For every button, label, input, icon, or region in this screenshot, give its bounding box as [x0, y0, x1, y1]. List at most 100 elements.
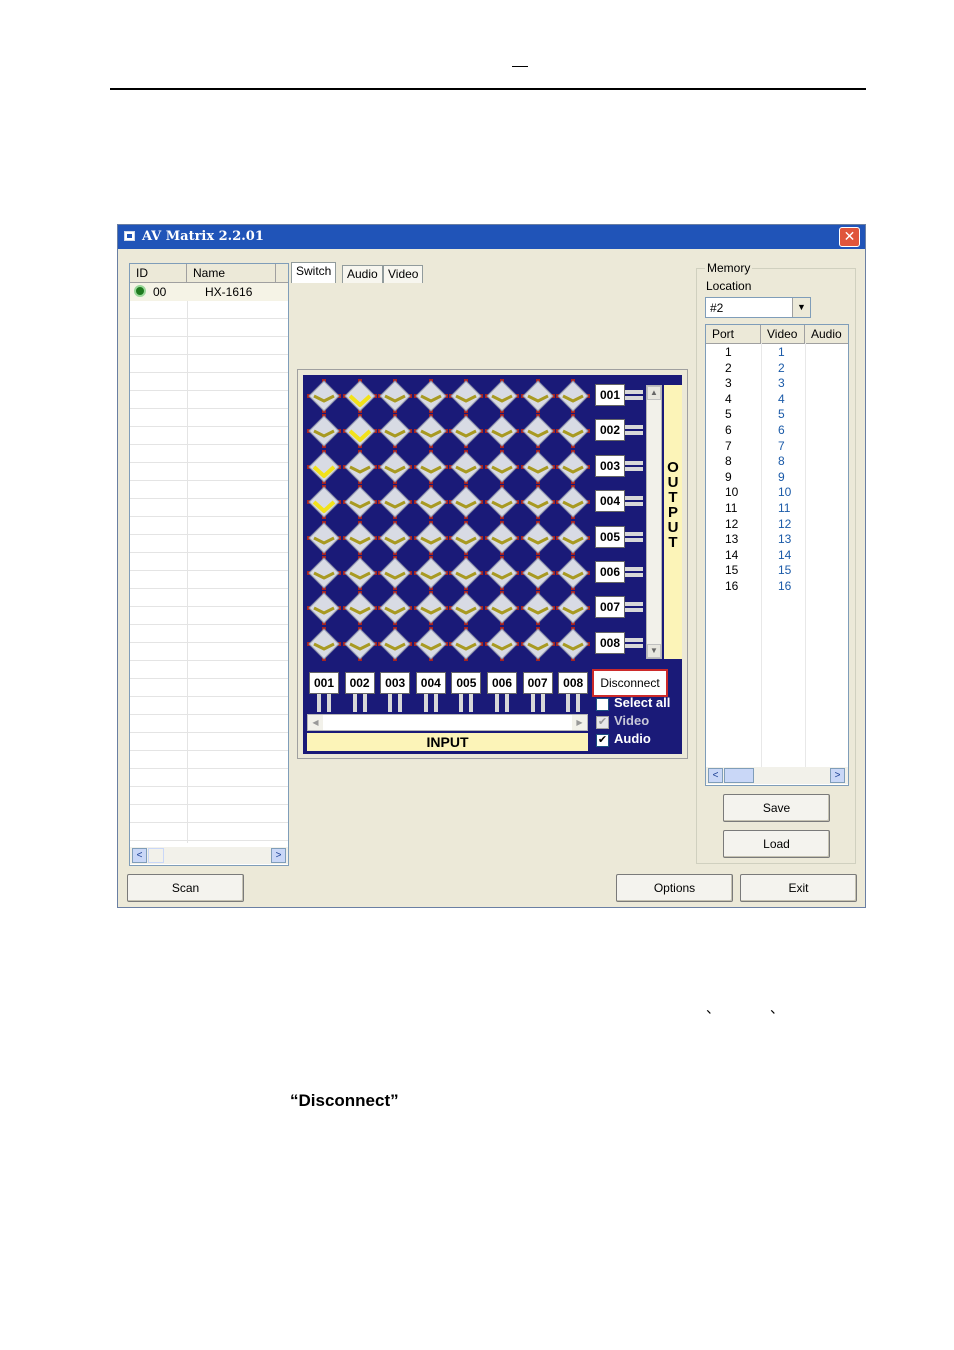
crosspoint-switch[interactable] [449, 556, 484, 590]
crosspoint-switch[interactable] [449, 414, 484, 449]
scroll-up-icon[interactable]: ▲ [647, 386, 661, 400]
crosspoint-switch[interactable] [520, 520, 555, 555]
tab-audio[interactable]: Audio [342, 265, 383, 283]
crosspoint-switch[interactable] [520, 379, 555, 413]
crosspoint-switch[interactable] [307, 520, 341, 555]
crosspoint-switch[interactable] [556, 520, 591, 555]
port-row[interactable]: 15 15 [706, 563, 848, 579]
crosspoint-switch[interactable] [413, 556, 448, 590]
exit-button[interactable]: Exit [740, 874, 857, 902]
crosspoint-switch[interactable] [342, 485, 377, 520]
tab-video[interactable]: Video [383, 265, 424, 283]
close-button[interactable]: ✕ [839, 227, 860, 247]
crosspoint-switch[interactable] [307, 449, 341, 484]
input-button[interactable]: 002 [344, 672, 375, 694]
crosspoint-switch[interactable] [413, 414, 448, 449]
scan-button[interactable]: Scan [127, 874, 244, 902]
crosspoint-switch[interactable] [307, 485, 341, 520]
column-header-name[interactable]: Name [187, 264, 276, 282]
crosspoint-switch[interactable] [378, 626, 413, 661]
port-row[interactable]: 12 12 [706, 517, 848, 533]
column-header-port[interactable]: Port [706, 325, 761, 343]
device-list[interactable]: ID Name 00 HX-1616 < > [129, 263, 289, 866]
input-button[interactable]: 007 [522, 672, 553, 694]
port-row[interactable]: 16 16 [706, 579, 848, 595]
crosspoint-switch[interactable] [307, 379, 341, 413]
crosspoint-switch[interactable] [485, 379, 519, 413]
crosspoint-switch[interactable] [342, 414, 377, 449]
crosspoint-switch[interactable] [449, 520, 484, 555]
output-scrollbar[interactable]: ▲ ▼ [646, 385, 662, 659]
crosspoint-switch[interactable] [413, 449, 448, 484]
port-row[interactable]: 77 [706, 439, 848, 455]
crosspoint-switch[interactable] [520, 449, 555, 484]
output-button[interactable]: 002 [595, 419, 625, 442]
output-button[interactable]: 004 [595, 490, 625, 513]
port-row[interactable]: 99 [706, 470, 848, 486]
output-button[interactable]: 001 [595, 384, 625, 406]
device-row[interactable]: 00 HX-1616 [130, 283, 288, 301]
title-bar[interactable]: AV Matrix 2.2.01 ✕ [118, 225, 865, 249]
crosspoint-switch[interactable] [520, 556, 555, 590]
crosspoint-switch[interactable] [485, 520, 519, 555]
port-row[interactable]: 55 [706, 407, 848, 423]
port-row[interactable]: 13 13 [706, 532, 848, 548]
port-row[interactable]: 88 [706, 454, 848, 470]
crosspoint-switch[interactable] [413, 520, 448, 555]
input-button[interactable]: 008 [558, 672, 589, 694]
crosspoint-switch[interactable] [520, 591, 555, 626]
scroll-right-icon[interactable]: > [830, 768, 845, 783]
save-button[interactable]: Save [723, 794, 830, 822]
crosspoint-switch[interactable] [520, 626, 555, 661]
input-button[interactable]: 001 [309, 672, 339, 694]
crosspoint-switch[interactable] [449, 449, 484, 484]
video-checkbox[interactable]: ✔ [596, 716, 609, 729]
device-list-scrollbar[interactable]: < > [130, 847, 288, 864]
tab-switch[interactable]: Switch [291, 262, 337, 283]
chevron-down-icon[interactable]: ▼ [792, 298, 810, 317]
input-button[interactable]: 003 [380, 672, 411, 694]
crosspoint-switch[interactable] [307, 626, 341, 661]
input-button[interactable]: 005 [451, 672, 482, 694]
crosspoint-switch[interactable] [520, 485, 555, 520]
port-row[interactable]: 44 [706, 392, 848, 408]
scroll-right-icon[interactable]: ▶ [572, 715, 587, 730]
port-row[interactable]: 33 [706, 376, 848, 392]
crosspoint-switch[interactable] [378, 556, 413, 590]
crosspoint-switch[interactable] [485, 414, 519, 449]
scroll-left-icon[interactable]: < [132, 848, 147, 863]
crosspoint-switch[interactable] [378, 591, 413, 626]
crosspoint-switch[interactable] [556, 414, 591, 449]
port-row[interactable]: 11 [706, 345, 848, 361]
crosspoint-switch[interactable] [378, 485, 413, 520]
load-button[interactable]: Load [723, 830, 830, 858]
port-row[interactable]: 10 10 [706, 485, 848, 501]
scroll-thumb[interactable] [148, 848, 164, 863]
input-button[interactable]: 006 [487, 672, 517, 694]
column-header-id[interactable]: ID [130, 264, 187, 282]
crosspoint-switch[interactable] [449, 591, 484, 626]
output-button[interactable]: 006 [595, 561, 625, 583]
scroll-left-icon[interactable]: ◀ [308, 715, 323, 730]
scroll-down-icon[interactable]: ▼ [647, 644, 661, 658]
crosspoint-switch[interactable] [556, 449, 591, 484]
crosspoint-switch[interactable] [378, 414, 413, 449]
crosspoint-switch[interactable] [342, 379, 377, 413]
crosspoint-switch[interactable] [378, 520, 413, 555]
scroll-left-icon[interactable]: < [708, 768, 723, 783]
crosspoint-switch[interactable] [520, 414, 555, 449]
crosspoint-switch[interactable] [342, 520, 377, 555]
crosspoint-switch[interactable] [485, 626, 519, 661]
crosspoint-switch[interactable] [449, 485, 484, 520]
column-header-audio[interactable]: Audio [805, 325, 848, 343]
options-button[interactable]: Options [616, 874, 733, 902]
crosspoint-switch[interactable] [556, 485, 591, 520]
crosspoint-switch[interactable] [449, 379, 484, 413]
crosspoint-switch[interactable] [342, 449, 377, 484]
crosspoint-switch[interactable] [485, 591, 519, 626]
crosspoint-switch[interactable] [449, 626, 484, 661]
port-row[interactable]: 14 14 [706, 548, 848, 564]
crosspoint-switch[interactable] [413, 626, 448, 661]
output-button[interactable]: 005 [595, 525, 625, 548]
crosspoint-switch[interactable] [556, 591, 591, 626]
